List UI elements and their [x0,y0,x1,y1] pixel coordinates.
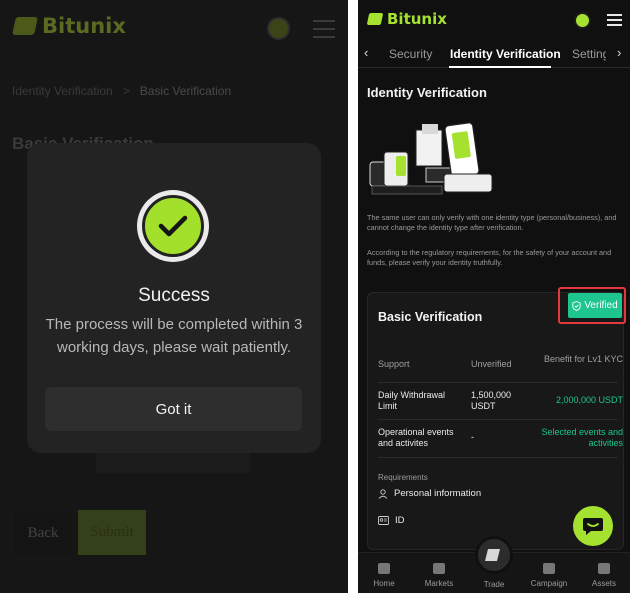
nav-label: Assets [591,579,616,588]
trade-icon[interactable] [475,536,513,574]
requirement-label: ID [395,515,405,526]
row-benefit: 2,000,000 USDT [555,395,623,405]
brand-logo[interactable]: Bitunix [366,10,447,28]
table-row: Operational events and activites - Selec… [378,427,623,451]
requirement-id: ID [378,515,405,526]
brand-logo[interactable]: Bitunix [12,14,126,38]
nav-markets[interactable]: Markets [414,563,464,588]
divider [378,382,618,383]
chat-support-icon[interactable] [573,506,613,546]
campaign-icon [543,563,555,574]
success-modal: Success The process will be completed wi… [27,143,321,453]
hamburger-menu-icon[interactable] [607,14,622,26]
back-button[interactable]: Back [14,512,72,554]
breadcrumb-current: Basic Verification [139,84,232,98]
nav-campaign[interactable]: Campaign [524,563,574,588]
nav-home[interactable]: Home [359,563,409,588]
tab-identity-verification[interactable]: Identity Verification [450,47,561,61]
active-tab-indicator [449,66,551,68]
column-unverified: Unverified [471,359,512,369]
wallet-icon [598,563,610,574]
hamburger-menu-icon[interactable] [313,20,335,38]
row-unverified: 1,500,000 USDT [471,390,512,411]
divider [378,457,618,458]
breadcrumb: Identity Verification > Basic Verificati… [12,84,231,98]
markets-icon [433,563,445,574]
right-screen: Bitunix ‹ Security Identity Verification… [358,0,630,593]
row-support: Operational events and activites [378,427,454,448]
modal-message: The process will be completed within 3 w… [45,316,303,356]
submit-button[interactable]: Submit [78,510,146,555]
verified-badge: Verified [568,293,622,318]
divider [378,419,618,420]
section-heading: Identity Verification [367,85,487,100]
left-screen: Bitunix Identity Verification > Basic Ve… [0,0,348,593]
requirements-label: Requirements [378,473,428,482]
bitunix-logo-icon [366,13,384,25]
requirement-personal-info: Personal information [378,488,481,499]
nav-label: Markets [424,579,454,588]
modal-title: Success [138,285,210,306]
settings-tabs: ‹ Security Identity Verification Setting… [358,42,630,68]
card-title: Basic Verification [378,310,483,324]
got-it-button[interactable]: Got it [45,387,302,431]
verified-label: Verified [584,300,618,311]
regulatory-note: According to the regulatory requirements… [367,248,612,267]
home-icon [378,563,390,574]
avatar[interactable] [267,17,290,40]
breadcrumb-parent[interactable]: Identity Verification [12,84,113,98]
identity-type-note: The same user can only verify with one i… [367,213,617,232]
nav-assets[interactable]: Assets [579,563,629,588]
identity-illustration [369,122,493,195]
nav-label: Trade [483,580,505,589]
nav-trade[interactable]: Trade [469,580,519,589]
tab-security[interactable]: Security [389,47,432,61]
chevron-right-icon[interactable]: › [617,45,621,60]
row-unverified: - [471,432,474,442]
tab-setting[interactable]: Setting [572,47,606,61]
column-benefit: Benefit for Lv1 KYC [543,354,623,364]
id-card-icon [378,516,389,525]
nav-label: Campaign [530,579,568,588]
person-icon [378,488,388,499]
brand-name: Bitunix [42,14,126,38]
brand-name: Bitunix [387,10,447,28]
avatar[interactable] [574,12,591,29]
table-header: Support Unverified Benefit for Lv1 KYC [378,354,623,376]
table-row: Daily Withdrawal Limit 1,500,000 USDT 2,… [378,390,623,414]
bitunix-logo-icon [12,17,38,35]
shield-check-icon [572,300,581,311]
nav-label: Home [373,579,395,588]
requirement-label: Personal information [394,488,482,499]
chevron-left-icon[interactable]: ‹ [364,45,368,60]
checkmark-icon [137,190,209,262]
column-support: Support [378,359,410,369]
row-benefit: Selected events and activities [541,427,623,448]
row-support: Daily Withdrawal Limit [378,390,446,411]
breadcrumb-separator: > [122,84,130,98]
